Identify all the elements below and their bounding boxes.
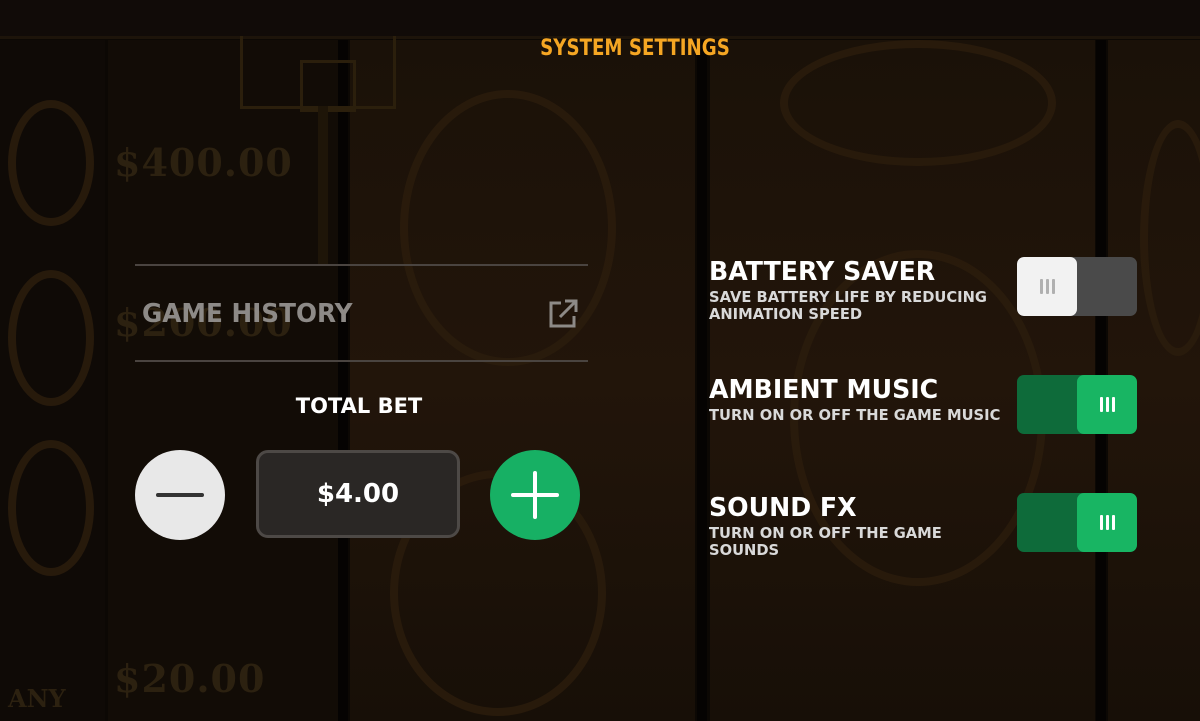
any-label: ANY: [8, 684, 66, 713]
reel-divider: [338, 40, 348, 721]
dragon-symbol-icon: [8, 100, 94, 226]
toggle-knob: [1077, 375, 1137, 434]
game-history-label: GAME HISTORY: [142, 298, 353, 329]
setting-description: TURN ON OR OFF THE GAME MUSIC: [709, 406, 1001, 424]
total-bet-label: TOTAL BET: [295, 394, 423, 418]
setting-description: TURN ON OR OFF THE GAME SOUNDS: [709, 524, 942, 559]
reel-divider: [697, 40, 707, 721]
battery-saver-toggle[interactable]: [1017, 257, 1137, 316]
increase-bet-button[interactable]: [490, 450, 580, 540]
setting-ambient-music: AMBIENT MUSIC TURN ON OR OFF THE GAME MU…: [709, 375, 1139, 434]
grip-icon: [1099, 515, 1115, 530]
setting-sound-fx: SOUND FX TURN ON OR OFF THE GAME SOUNDS: [709, 493, 1139, 559]
toggle-knob: [1017, 257, 1077, 316]
divider: [135, 264, 588, 266]
toggle-knob: [1077, 493, 1137, 552]
external-link-icon: [549, 299, 578, 327]
prize-value: $20.00: [114, 656, 266, 701]
decorative-pillar: [318, 106, 328, 266]
top-bar: [0, 0, 1200, 39]
prize-value: $400.00: [114, 140, 293, 185]
setting-battery-saver: BATTERY SAVER SAVE BATTERY LIFE BY REDUC…: [709, 257, 1139, 323]
bet-value: $4.00: [316, 479, 400, 509]
decorative-frame: [300, 60, 356, 112]
dragon-symbol-icon: [8, 440, 94, 576]
sound-fx-toggle[interactable]: [1017, 493, 1137, 552]
bet-value-display: $4.00: [256, 450, 460, 538]
minus-icon: [156, 493, 204, 497]
divider: [135, 360, 588, 362]
grip-icon: [1099, 397, 1115, 412]
page-title: SYSTEM SETTINGS: [540, 36, 730, 61]
game-history-link[interactable]: GAME HISTORY: [135, 267, 588, 360]
setting-description: SAVE BATTERY LIFE BY REDUCING ANIMATION …: [709, 288, 987, 323]
dragon-symbol-icon: [8, 270, 94, 406]
decrease-bet-button[interactable]: [135, 450, 225, 540]
grip-icon: [1039, 279, 1055, 294]
ambient-music-toggle[interactable]: [1017, 375, 1137, 434]
